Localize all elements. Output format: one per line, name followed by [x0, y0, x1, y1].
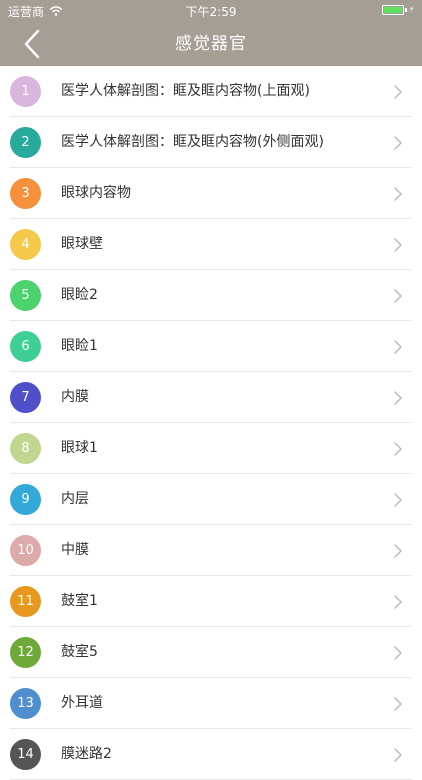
number-badge: 7 — [10, 382, 41, 413]
list-item[interactable]: 4 眼球壁 — [0, 219, 422, 270]
list-item[interactable]: 12 鼓室5 — [0, 627, 422, 678]
header: 运营商 下午2:59 ⚡︎ 感觉器官 — [0, 0, 422, 66]
chevron-right-icon — [394, 391, 402, 405]
list-item-label: 鼓室1 — [61, 593, 98, 609]
number-badge: 14 — [10, 739, 41, 770]
chevron-right-icon — [394, 85, 402, 99]
list-item[interactable]: 8 眼球1 — [0, 423, 422, 474]
chevron-right-icon — [394, 289, 402, 303]
list-item[interactable]: 14 膜迷路2 — [0, 729, 422, 780]
number-badge: 10 — [10, 535, 41, 566]
list-item-label: 内膜 — [61, 389, 89, 405]
number-badge: 5 — [10, 280, 41, 311]
list-item[interactable]: 13 外耳道 — [0, 678, 422, 729]
list-item[interactable]: 7 内膜 — [0, 372, 422, 423]
list-item-label: 眼睑2 — [61, 287, 98, 303]
chevron-right-icon — [394, 544, 402, 558]
number-badge: 4 — [10, 229, 41, 260]
chevron-right-icon — [394, 238, 402, 252]
list-item[interactable]: 10 中膜 — [0, 525, 422, 576]
chevron-right-icon — [394, 595, 402, 609]
list-item[interactable]: 3 眼球内容物 — [0, 168, 422, 219]
chevron-right-icon — [394, 187, 402, 201]
list-item[interactable]: 6 眼睑1 — [0, 321, 422, 372]
status-bar: 运营商 下午2:59 ⚡︎ — [0, 0, 422, 22]
list-item-label: 眼睑1 — [61, 338, 98, 354]
number-badge: 9 — [10, 484, 41, 515]
list-item[interactable]: 9 内层 — [0, 474, 422, 525]
number-badge: 1 — [10, 76, 41, 107]
list-item-label: 眼球内容物 — [61, 185, 131, 201]
list-item[interactable]: 1 医学人体解剖图：眶及眶内容物(上面观) — [0, 66, 422, 117]
list-item-label: 鼓室5 — [61, 644, 98, 660]
list-item[interactable]: 5 眼睑2 — [0, 270, 422, 321]
number-badge: 3 — [10, 178, 41, 209]
number-badge: 13 — [10, 688, 41, 719]
chevron-right-icon — [394, 697, 402, 711]
list-item-label: 膜迷路2 — [61, 746, 112, 762]
list-item-label: 内层 — [61, 491, 89, 507]
number-badge: 11 — [10, 586, 41, 617]
number-badge: 2 — [10, 127, 41, 158]
list-item-label: 医学人体解剖图：眶及眶内容物(上面观) — [61, 83, 310, 99]
list-item-label: 外耳道 — [61, 695, 103, 711]
chevron-right-icon — [394, 340, 402, 354]
status-time: 下午2:59 — [185, 5, 237, 19]
list-item-label: 眼球壁 — [61, 236, 103, 252]
chevron-right-icon — [394, 442, 402, 456]
chapter-list: 1 医学人体解剖图：眶及眶内容物(上面观) 2 医学人体解剖图：眶及眶内容物(外侧面观… — [0, 66, 422, 780]
nav-bar: 感觉器官 — [0, 22, 422, 66]
page-title: 感觉器官 — [175, 34, 247, 54]
list-item-label: 中膜 — [61, 542, 89, 558]
chevron-right-icon — [394, 136, 402, 150]
battery-icon: ⚡︎ — [381, 5, 415, 15]
list-item[interactable]: 2 医学人体解剖图：眶及眶内容物(外侧面观) — [0, 117, 422, 168]
list-item-label: 眼球1 — [61, 440, 98, 456]
number-badge: 8 — [10, 433, 41, 464]
chevron-right-icon — [394, 646, 402, 660]
number-badge: 12 — [10, 637, 41, 668]
chevron-right-icon — [394, 748, 402, 762]
list-item-label: 医学人体解剖图：眶及眶内容物(外侧面观) — [61, 134, 324, 150]
list-item[interactable]: 11 鼓室1 — [0, 576, 422, 627]
number-badge: 6 — [10, 331, 41, 362]
chevron-right-icon — [394, 493, 402, 507]
charging-bolt-icon: ⚡︎ — [408, 5, 415, 15]
